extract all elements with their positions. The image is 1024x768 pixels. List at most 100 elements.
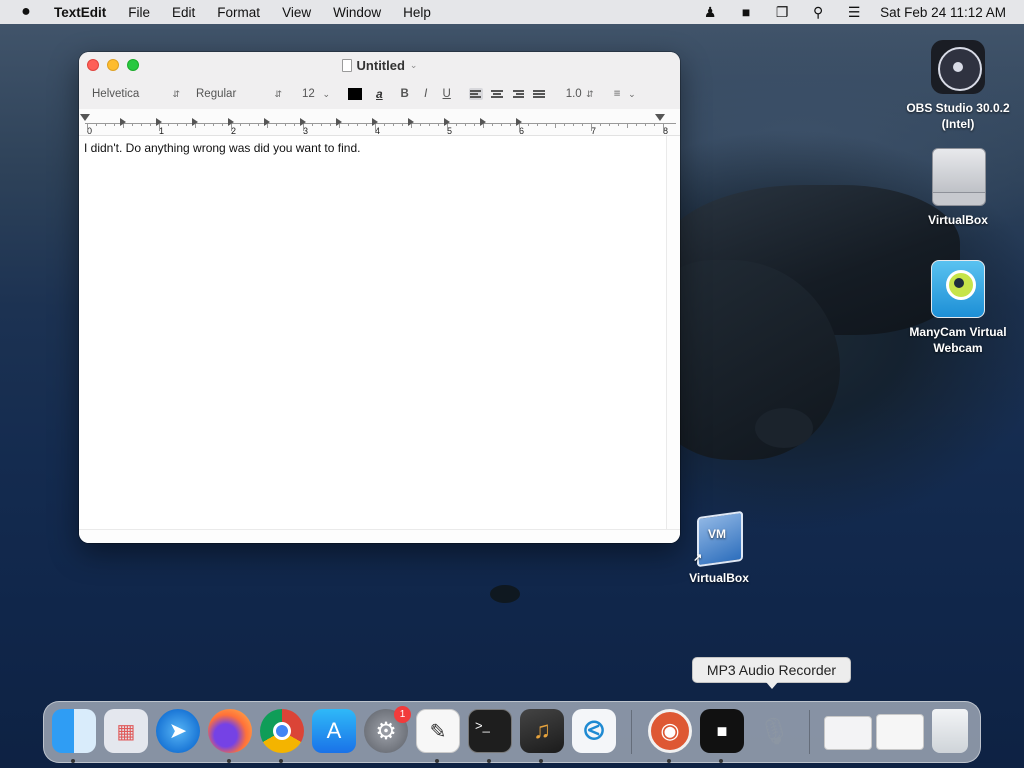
underline-button[interactable]: U	[441, 88, 453, 100]
downloads-stack-icon[interactable]	[824, 716, 872, 750]
desktop-icon-virtualbox-alias[interactable]: ↗ VirtualBox	[659, 510, 779, 586]
tab-stop-marker[interactable]	[372, 118, 378, 126]
ruler[interactable]: 0 1 2 3 4 5 6 7 8	[79, 109, 680, 136]
search-icon[interactable]: ⚲	[800, 4, 836, 21]
notification-badge: 1	[394, 706, 411, 723]
tab-stop-marker[interactable]	[444, 118, 450, 126]
align-left-button[interactable]	[468, 88, 483, 100]
menu-window[interactable]: Window	[322, 5, 392, 20]
ruler-tick	[546, 123, 547, 126]
italic-button[interactable]: I	[420, 88, 432, 100]
system-preferences-icon[interactable]: ⚙ 1	[364, 706, 411, 753]
justify-button[interactable]	[532, 88, 546, 100]
ruler-tick	[240, 123, 241, 126]
menu-format[interactable]: Format	[206, 5, 271, 20]
textedit-icon[interactable]: ✎	[416, 709, 460, 753]
ruler-tick	[87, 123, 88, 131]
menu-view[interactable]: View	[271, 5, 322, 20]
menu-help[interactable]: Help	[392, 5, 442, 20]
tab-stop-marker[interactable]	[120, 118, 126, 126]
app-store-icon[interactable]: A	[312, 709, 356, 753]
tab-stop-marker[interactable]	[300, 118, 306, 126]
finder-icon[interactable]	[52, 709, 96, 753]
font-family-select[interactable]: Helvetica ⇵	[88, 85, 184, 103]
ruler-tick	[321, 123, 322, 126]
ruler-tick	[150, 123, 151, 126]
horizontal-scrollbar[interactable]	[79, 529, 680, 543]
font-size-select[interactable]: 12 ⌄	[298, 85, 334, 103]
user-switch-icon[interactable]: ♟	[692, 4, 728, 21]
desktop-icon-label: VirtualBox	[689, 571, 749, 585]
vertical-scrollbar[interactable]	[666, 136, 680, 529]
desktop-icon-obs[interactable]: OBS Studio 30.0.2 (Intel)	[898, 40, 1018, 132]
apple-icon[interactable]: ●	[0, 3, 52, 21]
dock-tooltip: MP3 Audio Recorder	[692, 657, 851, 689]
ruler-tick	[465, 123, 466, 126]
desktop-icon-manycam[interactable]: ManyCam Virtual Webcam	[898, 260, 1018, 356]
align-center-button[interactable]	[490, 88, 504, 100]
ruler-tick	[573, 123, 574, 126]
list-style-select[interactable]: ≡ ⌄	[610, 85, 640, 103]
firefox-icon[interactable]	[208, 709, 252, 753]
garageband-icon[interactable]: ♫	[520, 709, 564, 753]
left-indent-marker[interactable]	[80, 114, 90, 121]
ruler-tick	[213, 123, 214, 126]
tab-stop-marker[interactable]	[156, 118, 162, 126]
mp3-audio-recorder-icon[interactable]: 🎙	[752, 709, 796, 753]
ruler-tick	[564, 123, 565, 126]
tab-stop-marker[interactable]	[480, 118, 486, 126]
ruler-tick	[420, 123, 421, 126]
documents-stack-icon[interactable]	[876, 714, 924, 750]
screen-recorder-icon[interactable]: ■	[700, 709, 744, 753]
menu-edit[interactable]: Edit	[161, 5, 206, 20]
document-text: I didn't. Do anything wrong was did you …	[84, 141, 361, 155]
wallpaper-rock	[755, 408, 813, 448]
safari-icon[interactable]: ➤	[156, 709, 200, 753]
ruler-tick	[645, 123, 646, 126]
chevron-down-icon: ⌄	[628, 88, 636, 99]
tab-stop-marker[interactable]	[228, 118, 234, 126]
control-center-icon[interactable]: ☰	[836, 4, 872, 21]
ruler-tick	[636, 123, 637, 126]
facetime-camera-icon[interactable]: ■	[728, 4, 764, 20]
document-text-area[interactable]: I didn't. Do anything wrong was did you …	[79, 136, 666, 529]
window-titlebar[interactable]: Untitled ⌄	[79, 52, 680, 79]
window-title[interactable]: Untitled ⌄	[341, 58, 417, 73]
tab-stop-marker[interactable]	[516, 118, 522, 126]
bold-button[interactable]: B	[399, 88, 411, 100]
ruler-tick	[456, 123, 457, 126]
vscode-icon[interactable]: ⧀	[572, 709, 616, 753]
menu-clock[interactable]: Sat Feb 24 11:12 AM	[880, 5, 1006, 20]
chevron-down-icon: ⌄	[322, 88, 330, 99]
ruler-tick	[141, 123, 142, 126]
desktop-icon-label: OBS Studio 30.0.2 (Intel)	[906, 101, 1010, 131]
minimize-button[interactable]	[107, 59, 119, 71]
zoom-button[interactable]	[127, 59, 139, 71]
tab-stop-marker[interactable]	[264, 118, 270, 126]
duckduckgo-icon[interactable]: ◉	[648, 709, 692, 753]
chrome-icon[interactable]	[260, 709, 304, 753]
line-spacing-select[interactable]: 1.0 ⇵	[562, 85, 598, 103]
trash-icon[interactable]	[932, 709, 968, 753]
launchpad-icon[interactable]: ▦	[104, 709, 148, 753]
screen-mirroring-icon[interactable]: ❐	[764, 4, 800, 21]
font-style-select[interactable]: Regular ⇵	[192, 85, 286, 103]
menu-app-name[interactable]: TextEdit	[52, 5, 117, 20]
ruler-tick	[663, 123, 664, 131]
tab-stop-marker[interactable]	[336, 118, 342, 126]
ruler-tick	[384, 123, 385, 126]
tab-stop-marker[interactable]	[408, 118, 414, 126]
ruler-tick	[114, 123, 115, 126]
ruler-tick	[609, 123, 610, 126]
highlight-color-icon[interactable]: a	[376, 87, 383, 101]
right-indent-marker[interactable]	[655, 114, 665, 121]
text-color-well[interactable]	[348, 88, 362, 100]
textedit-window: Untitled ⌄ Helvetica ⇵ Regular ⇵ 12 ⌄ a …	[79, 52, 680, 543]
menu-file[interactable]: File	[117, 5, 161, 20]
desktop-icon-virtualbox-disk[interactable]: VirtualBox	[898, 148, 1018, 228]
terminal-icon[interactable]: >_	[468, 709, 512, 753]
align-right-button[interactable]	[511, 88, 525, 100]
tab-stop-marker[interactable]	[192, 118, 198, 126]
close-button[interactable]	[87, 59, 99, 71]
ruler-tick	[105, 123, 106, 126]
